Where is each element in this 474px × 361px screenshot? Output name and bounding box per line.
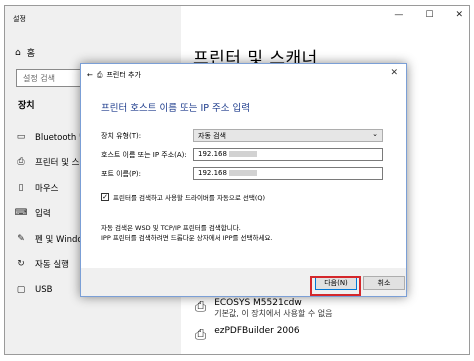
home-label: 홈 [26,49,35,59]
device-type-value: 자동 검색 [198,132,226,140]
auto-driver-checkbox-row[interactable]: ✓ 프린터를 검색하고 사용할 드라이버를 자동으로 선택(Q) [101,192,265,202]
pen-icon: ✎ [17,233,25,244]
printer-item[interactable]: ⎙ ezPDFBuilder 2006 [195,326,300,343]
home-icon: ⌂ [15,47,21,58]
redacted-text [228,170,257,176]
host-value: 192.168 [198,150,227,158]
printer-name: ECOSYS M5521cdw [214,298,302,308]
minimize-button[interactable]: — [394,10,403,20]
sidebar-item-label: 입력 [35,209,51,220]
info-line: IPP 프린터를 검색하려면 드롭다운 상자에서 IPP를 선택하세요. [101,234,273,242]
port-label: 포트 이름(P): [101,170,142,178]
sidebar-item-home[interactable]: ⌂ 홈 [15,46,35,60]
chevron-down-icon: ⌄ [372,130,378,138]
maximize-button[interactable]: ☐ [425,10,433,20]
printer-icon: ⎙ [96,70,103,79]
printer-icon: ⎙ [195,299,207,315]
window-title: 설정 [13,15,26,23]
section-title: 장치 [18,101,35,111]
dialog-heading: 프린터 호스트 이름 또는 IP 주소 입력 [101,103,251,114]
keyboard-icon: ⌨ [15,208,28,219]
cancel-button[interactable]: 취소 [363,276,405,290]
host-input[interactable]: 192.168 [193,148,383,161]
sidebar-item-label: USB [35,284,53,295]
sidebar-item-label: 마우스 [35,183,59,194]
redacted-text [228,151,257,157]
info-line: 자동 검색은 WSD 및 TCP/IP 프린터를 검색합니다. [101,224,241,232]
printer-icon: ⎙ [195,327,207,343]
host-label: 호스트 이름 또는 IP 주소(A): [101,151,187,159]
dialog-close-button[interactable]: ✕ [390,68,398,78]
window-controls: — ☐ ✕ [394,10,463,20]
usb-icon: ▢ [16,284,26,295]
printer-name: ezPDFBuilder 2006 [214,326,300,336]
dialog-title: 프린터 추가 [106,71,141,79]
printer-item[interactable]: ⎙ ECOSYS M5521cdw 기본값, 이 장치에서 사용할 수 없음 [195,298,333,319]
port-value: 192.168 [198,169,227,177]
close-button[interactable]: ✕ [455,10,463,20]
printer-icon: ⎙ [17,157,25,168]
back-arrow-icon[interactable]: ← [87,71,93,79]
printer-status: 기본값, 이 장치에서 사용할 수 없음 [214,309,333,318]
autoplay-icon: ↻ [17,259,25,270]
device-type-label: 장치 유형(T): [101,132,142,140]
mouse-icon: ▯ [18,182,24,193]
add-printer-dialog: ← ⎙ 프린터 추가 ✕ 프린터 호스트 이름 또는 IP 주소 입력 장치 유… [80,63,407,297]
sidebar-item-label: 자동 실행 [35,260,69,271]
device-type-select[interactable]: 자동 검색 ⌄ [193,129,383,142]
port-input[interactable]: 192.168 [193,167,383,180]
dialog-header: ← ⎙ 프린터 추가 [87,70,141,80]
info-text: 자동 검색은 WSD 및 TCP/IP 프린터를 검색합니다. IPP 프린터를… [101,223,273,243]
checkbox-label: 프린터를 검색하고 사용할 드라이버를 자동으로 선택(Q) [113,194,266,202]
sidebar-item-label: 프린터 및 스 [35,158,80,169]
auto-driver-checkbox[interactable]: ✓ [101,193,109,201]
highlight-box [310,276,361,296]
bluetooth-icon: ▭ [16,131,26,142]
